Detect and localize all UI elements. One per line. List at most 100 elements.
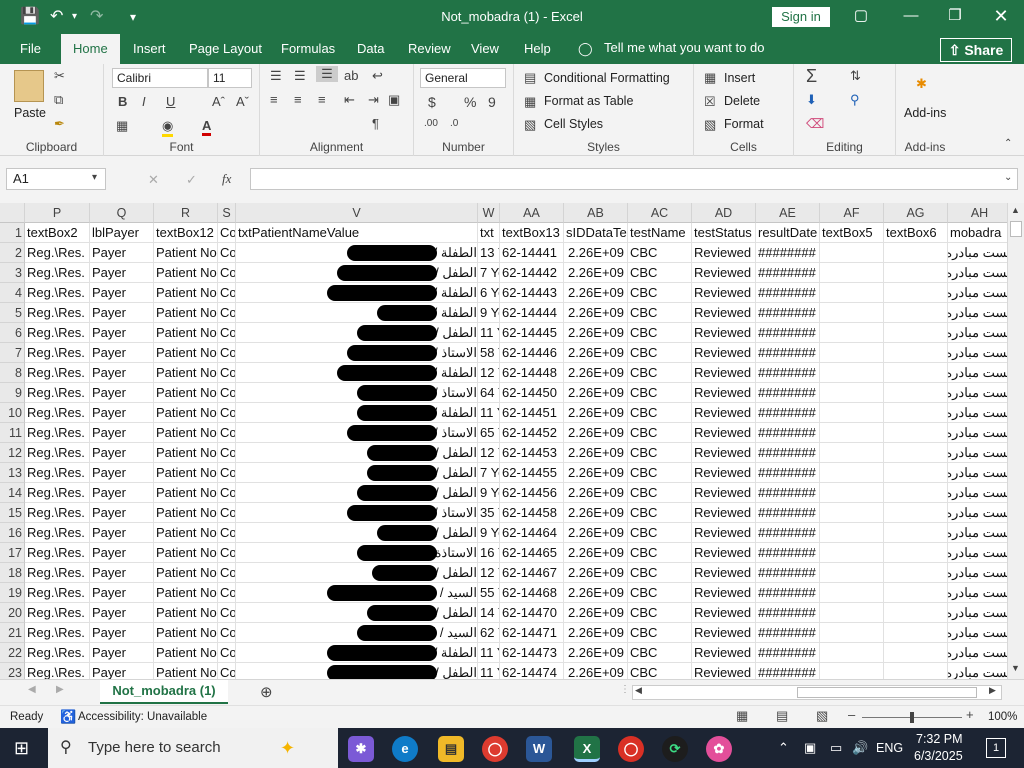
table-cell[interactable]: ######## <box>756 443 820 463</box>
orientation-icon[interactable]: ab <box>344 68 358 83</box>
table-cell[interactable]: الطفلة / ج <box>236 303 478 323</box>
table-cell[interactable]: Reg.\Res. <box>25 563 90 583</box>
table-cell[interactable]: 12 Y <box>478 563 500 583</box>
table-cell[interactable]: Reg.\Res. <box>25 383 90 403</box>
table-cell[interactable]: Payer <box>90 523 154 543</box>
table-cell[interactable]: Co <box>218 283 236 303</box>
column-header-r[interactable]: R <box>154 203 218 223</box>
header-cell[interactable]: sIDDataTe <box>564 223 628 243</box>
table-cell[interactable]: Reviewed <box>692 343 756 363</box>
table-cell[interactable]: 11 Y <box>478 643 500 663</box>
copilot-sparkle-icon[interactable]: ✦ <box>280 728 295 768</box>
table-cell[interactable]: ######## <box>756 343 820 363</box>
delete-cells-icon[interactable]: ☒ <box>704 94 716 110</box>
column-header-s[interactable]: S <box>218 203 236 223</box>
table-cell[interactable]: ######## <box>756 303 820 323</box>
row-header[interactable]: 15 <box>0 503 25 523</box>
header-cell[interactable]: txtPatientNameValue <box>236 223 478 243</box>
table-cell[interactable]: ######## <box>756 483 820 503</box>
table-cell[interactable]: لست مبادره <box>948 503 1007 523</box>
table-cell[interactable]: 62-14450 <box>500 383 564 403</box>
word-icon[interactable]: W <box>526 736 552 762</box>
table-cell[interactable]: ######## <box>756 403 820 423</box>
table-cell[interactable]: 2.26E+09 <box>564 543 628 563</box>
table-cell[interactable]: لست مبادره <box>948 303 1007 323</box>
percent-button[interactable]: % <box>464 94 476 110</box>
header-cell[interactable]: textBox2 <box>25 223 90 243</box>
format-painter-icon[interactable]: ✒ <box>54 116 65 132</box>
table-cell[interactable]: 2.26E+09 <box>564 603 628 623</box>
table-cell[interactable]: 62-14467 <box>500 563 564 583</box>
table-cell[interactable]: ######## <box>756 643 820 663</box>
table-cell[interactable]: Reg.\Res. <box>25 303 90 323</box>
underline-button[interactable]: U <box>166 94 175 109</box>
table-cell[interactable]: 62-14456 <box>500 483 564 503</box>
ribbon-display-options-icon[interactable]: ▢ <box>846 5 876 27</box>
table-cell[interactable]: الطفل / ن <box>236 603 478 623</box>
table-cell[interactable]: CBC <box>628 343 692 363</box>
table-cell[interactable]: Reviewed <box>692 603 756 623</box>
table-cell[interactable] <box>820 383 884 403</box>
copilot-app-icon[interactable]: ✱ <box>348 736 374 762</box>
table-cell[interactable]: لست مبادره <box>948 643 1007 663</box>
table-cell[interactable]: Patient No <box>154 363 218 383</box>
rtl-direction-icon[interactable]: ¶ <box>372 116 379 131</box>
table-cell[interactable]: Reg.\Res. <box>25 463 90 483</box>
zoom-level[interactable]: 100% <box>988 711 1017 723</box>
table-cell[interactable] <box>884 523 948 543</box>
table-cell[interactable]: ######## <box>756 383 820 403</box>
table-cell[interactable] <box>884 483 948 503</box>
table-cell[interactable]: ######## <box>756 463 820 483</box>
merge-center-icon[interactable]: ▣ <box>388 92 400 108</box>
font-name-combo[interactable]: Calibri <box>112 68 208 88</box>
column-header-ag[interactable]: AG <box>884 203 948 223</box>
notifications-button[interactable]: 1 <box>986 738 1006 758</box>
table-cell[interactable]: ######## <box>756 603 820 623</box>
table-cell[interactable]: CBC <box>628 523 692 543</box>
network-icon[interactable]: ▣ <box>804 740 816 756</box>
table-cell[interactable]: 2.26E+09 <box>564 243 628 263</box>
align-left-icon[interactable]: ≡ <box>270 92 278 107</box>
table-cell[interactable]: 62-14465 <box>500 543 564 563</box>
normal-view-icon[interactable]: ▦ <box>736 708 748 724</box>
table-cell[interactable]: 6 Ye <box>478 283 500 303</box>
table-cell[interactable]: CBC <box>628 563 692 583</box>
table-cell[interactable]: لست مبادره <box>948 383 1007 403</box>
table-cell[interactable]: 2.26E+09 <box>564 643 628 663</box>
show-hidden-icons-icon[interactable]: ⌃ <box>778 740 789 756</box>
table-cell[interactable]: 62-14442 <box>500 263 564 283</box>
paste-icon[interactable] <box>14 70 44 102</box>
table-cell[interactable]: الاستاذ / م <box>236 343 478 363</box>
table-cell[interactable] <box>820 323 884 343</box>
table-cell[interactable]: Payer <box>90 483 154 503</box>
column-header-ab[interactable]: AB <box>564 203 628 223</box>
column-header-ad[interactable]: AD <box>692 203 756 223</box>
table-cell[interactable] <box>820 643 884 663</box>
table-cell[interactable]: Reviewed <box>692 503 756 523</box>
accessibility-icon[interactable]: ♿ <box>60 709 76 725</box>
table-cell[interactable]: السيد / م <box>236 583 478 603</box>
table-cell[interactable]: 2.26E+09 <box>564 463 628 483</box>
table-cell[interactable] <box>884 403 948 423</box>
table-cell[interactable]: Reg.\Res. <box>25 323 90 343</box>
table-cell[interactable]: الطفل / ي <box>236 323 478 343</box>
table-cell[interactable]: ######## <box>756 563 820 583</box>
conditional-formatting-button[interactable]: Conditional Formatting <box>544 71 670 85</box>
table-cell[interactable]: الطفلة / م د <box>236 363 478 383</box>
minimize-button[interactable]: — <box>896 5 926 27</box>
header-cell[interactable]: textBox5 <box>820 223 884 243</box>
table-cell[interactable]: Co <box>218 503 236 523</box>
table-cell[interactable]: Patient No <box>154 443 218 463</box>
add-ins-icon[interactable]: ✱ <box>916 76 927 92</box>
increase-decimal-icon[interactable]: .00 <box>424 118 438 129</box>
table-cell[interactable]: Reg.\Res. <box>25 363 90 383</box>
table-cell[interactable]: Payer <box>90 363 154 383</box>
header-cell[interactable]: testStatus <box>692 223 756 243</box>
table-cell[interactable] <box>820 663 884 679</box>
row-header[interactable]: 8 <box>0 363 25 383</box>
chrome-icon[interactable]: ◯ <box>482 736 508 762</box>
header-cell[interactable]: lblPayer <box>90 223 154 243</box>
maximize-button[interactable]: ❐ <box>940 5 970 27</box>
table-cell[interactable] <box>820 343 884 363</box>
table-cell[interactable]: 12 Y <box>478 443 500 463</box>
